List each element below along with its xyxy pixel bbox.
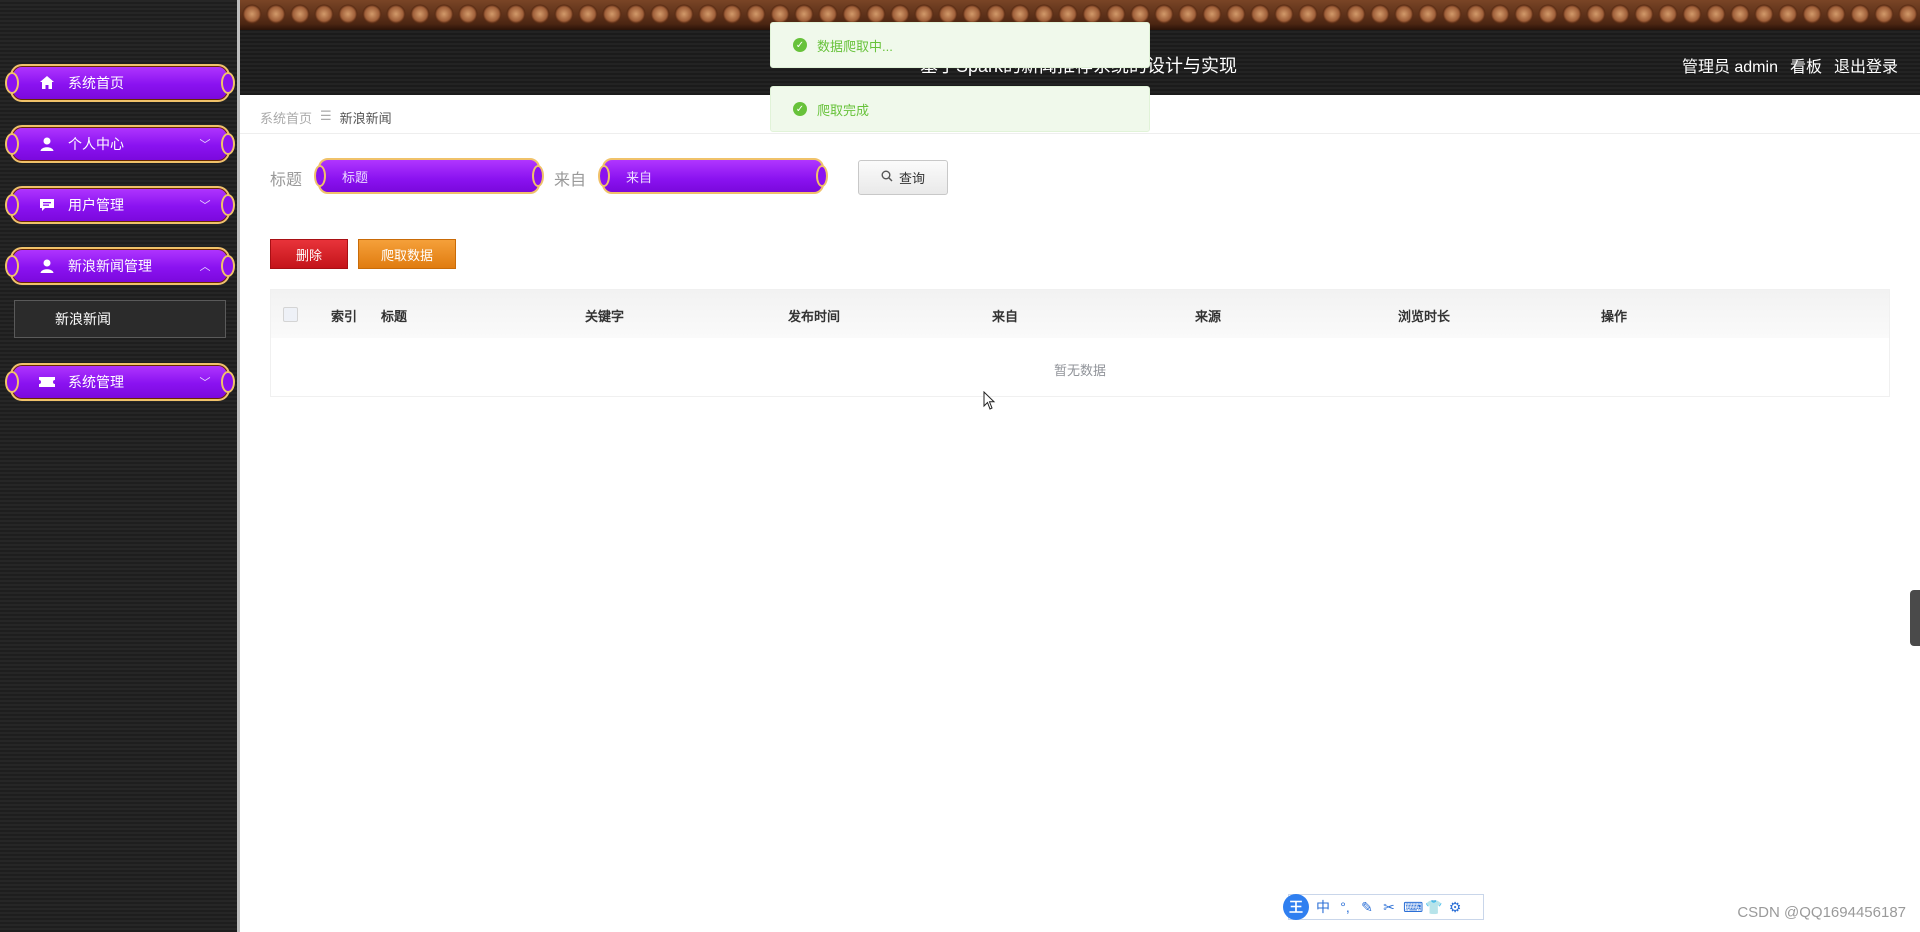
dashboard-link[interactable]: 看板 <box>1790 53 1822 77</box>
column-header-publish-time: 发布时间 <box>788 309 841 324</box>
title-search-label: 标题 <box>270 172 303 189</box>
column-header-title: 标题 <box>381 309 408 324</box>
news-table: 索引 标题 关键字 发布时间 来自 来源 浏览时长 操作 暂无数据 <box>270 289 1890 397</box>
sidebar-item-user-management[interactable]: 用户管理 ﹀ <box>5 186 235 224</box>
chevron-down-icon: ﹀ <box>199 200 211 212</box>
ime-punctuation-icon[interactable]: °, <box>1337 899 1353 915</box>
mouse-cursor-icon <box>983 391 996 410</box>
toast-text: 爬取完成 <box>817 102 870 118</box>
ime-toolbar: 王 中 °, ✎ ✂ ⌨ 👕 ⚙ <box>1283 894 1484 920</box>
success-check-icon: ✓ <box>793 38 807 52</box>
query-button[interactable]: 查询 <box>858 160 948 195</box>
chevron-up-icon: ︿ <box>199 261 211 273</box>
source-search-input[interactable] <box>624 164 808 190</box>
delete-button[interactable]: 删除 <box>270 239 348 269</box>
side-drawer-handle[interactable] <box>1910 590 1920 646</box>
title-search-input[interactable] <box>340 164 524 190</box>
sidebar-item-label: 用户管理 <box>68 197 124 213</box>
toast-crawling: ✓ 数据爬取中... <box>770 22 1150 68</box>
column-header-index: 索引 <box>331 309 358 324</box>
ime-keyboard-icon[interactable]: ⌨ <box>1403 899 1423 916</box>
column-header-source: 来源 <box>1195 309 1222 324</box>
table-header: 索引 标题 关键字 发布时间 来自 来源 浏览时长 操作 <box>271 290 1889 338</box>
sidebar: 系统首页 个人中心 ﹀ 用户管理 ﹀ 新浪新闻管理 ︿ 新浪新闻 系统管理 ﹀ <box>0 0 240 932</box>
table-empty-text: 暂无数据 <box>1053 363 1106 378</box>
ime-handwriting-icon[interactable]: ✎ <box>1359 899 1375 916</box>
chevron-down-icon: ﹀ <box>199 377 211 389</box>
search-icon <box>881 170 893 185</box>
user-icon <box>38 135 56 153</box>
toast-text: 数据爬取中... <box>817 38 893 54</box>
title-search-field <box>314 158 544 194</box>
divider <box>240 133 1920 134</box>
ime-scissors-icon[interactable]: ✂ <box>1381 899 1397 916</box>
sidebar-item-label: 新浪新闻管理 <box>68 258 152 274</box>
breadcrumb-separator-icon: ☰ <box>320 108 332 123</box>
chevron-down-icon: ﹀ <box>199 139 211 151</box>
sidebar-item-sina-news-management[interactable]: 新浪新闻管理 ︿ <box>5 247 235 285</box>
logout-link[interactable]: 退出登录 <box>1834 53 1898 77</box>
crawl-data-button[interactable]: 爬取数据 <box>358 239 456 269</box>
sidebar-item-label: 系统管理 <box>68 374 124 390</box>
header-user-area: 管理员 admin 看板 退出登录 <box>1682 53 1898 77</box>
home-icon <box>38 74 56 92</box>
breadcrumb: 系统首页 ☰ 新浪新闻 <box>260 108 392 127</box>
sidebar-item-system-management[interactable]: 系统管理 ﹀ <box>5 363 235 401</box>
watermark: CSDN @QQ1694456187 <box>1737 904 1906 921</box>
toast-crawl-complete: ✓ 爬取完成 <box>770 86 1150 132</box>
query-button-label: 查询 <box>898 171 925 186</box>
ime-skin-icon[interactable]: 👕 <box>1425 899 1442 916</box>
breadcrumb-current: 新浪新闻 <box>339 111 392 126</box>
chat-icon <box>38 196 56 214</box>
user-icon <box>38 257 56 275</box>
sidebar-item-label: 系统首页 <box>68 75 124 91</box>
source-search-field <box>598 158 828 194</box>
column-header-keywords: 关键字 <box>585 309 625 324</box>
column-header-browse-duration: 浏览时长 <box>1398 309 1451 324</box>
sidebar-item-label: 个人中心 <box>68 136 124 152</box>
breadcrumb-home[interactable]: 系统首页 <box>260 108 312 127</box>
ticket-icon <box>38 373 56 391</box>
ime-chinese-mode-icon[interactable]: 中 <box>1315 897 1331 917</box>
sidebar-item-personal-center[interactable]: 个人中心 ﹀ <box>5 125 235 163</box>
select-all-checkbox[interactable] <box>283 307 298 322</box>
admin-user-label: 管理员 admin <box>1681 59 1778 76</box>
success-check-icon: ✓ <box>793 102 807 116</box>
ime-logo-icon[interactable]: 王 <box>1283 894 1309 920</box>
source-search-label: 来自 <box>554 172 587 189</box>
sidebar-subitem-sina-news[interactable]: 新浪新闻 <box>14 300 226 338</box>
ime-settings-icon[interactable]: ⚙ <box>1447 899 1463 916</box>
column-header-actions: 操作 <box>1601 309 1628 324</box>
column-header-from: 来自 <box>992 309 1019 324</box>
sidebar-item-home[interactable]: 系统首页 <box>5 64 235 102</box>
